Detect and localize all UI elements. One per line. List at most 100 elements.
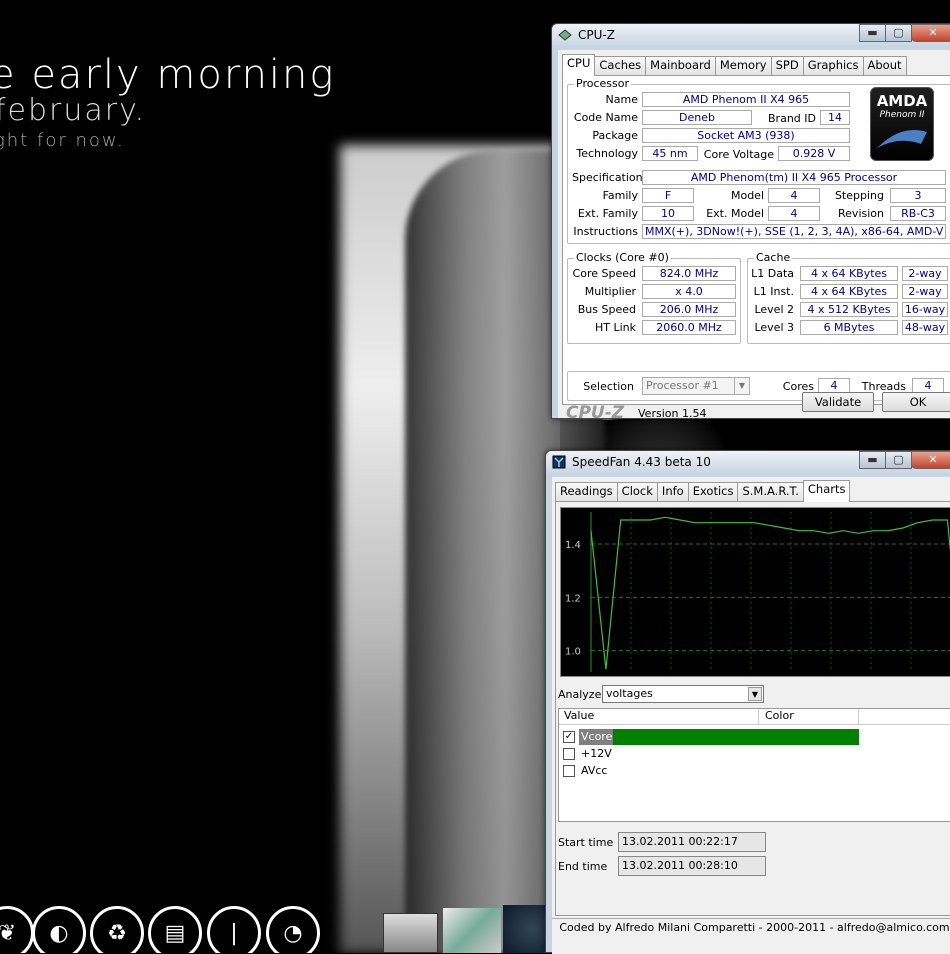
start-time-field[interactable]: 13.02.2011 00:22:17 [618,832,766,852]
tab-memory[interactable]: Memory [714,56,772,75]
cache-row-ways: 48-way [902,320,948,335]
column-header-value[interactable]: Value [559,709,759,725]
clocks-group-label: Clocks (Core #0) [574,251,671,264]
cpuz-app-icon [558,29,572,41]
ext-model-label: Ext. Model [706,207,764,220]
clock-icon[interactable]: ◔ [266,906,320,953]
ht-link-label: HT Link [594,321,636,334]
stepping-value: 3 [890,188,946,203]
ok-button[interactable]: OK [882,392,950,412]
amd-logo-text: AMDA [876,92,928,110]
cache-row-size: 4 x 64 KBytes [800,284,898,299]
selection-dropdown[interactable]: Processor #1 ▼ [642,377,750,395]
brand-id-value: 14 [820,110,850,125]
speedfan-title: SpeedFan 4.43 beta 10 [572,455,711,469]
tab-graphics[interactable]: Graphics [802,56,864,75]
tab-cpu[interactable]: CPU [562,54,596,76]
speedfan-footer: Coded by Alfredo Milani Comparetti - 200… [552,918,950,936]
sensor-checkbox[interactable] [563,765,575,777]
list-item[interactable]: +12V [563,746,863,762]
cpuz-brand: CPU-Z [566,403,625,423]
recycle-bin-icon[interactable]: ♻ [90,906,144,953]
minimize-button[interactable]: ▬ [859,24,886,42]
core-voltage-value: 0.928 V [778,146,850,161]
ext-model-value: 4 [768,206,820,221]
revision-value: RB-C3 [890,206,946,221]
tab-clock[interactable]: Clock [616,482,658,501]
cache-row-ways: 16-way [902,302,948,317]
taskbar-thumbnail[interactable] [383,913,438,953]
list-item[interactable]: AVcc [563,763,863,779]
cpuz-titlebar[interactable]: CPU-Z ▬ ▢ ✕ [552,24,950,46]
ht-link-value: 2060.0 MHz [642,320,736,335]
cache-row-label: Level 2 [754,303,794,316]
bus-speed-label: Bus Speed [577,303,636,316]
close-button[interactable]: ✕ [911,451,950,469]
chevron-down-icon[interactable]: ▼ [748,687,762,701]
speedfan-titlebar[interactable]: SpeedFan 4.43 beta 10 ▬ ▢ ✕ [546,451,950,473]
control-panel-icon[interactable]: ▤ [148,906,202,953]
cache-row-label: Level 3 [754,321,794,334]
analyze-dropdown[interactable]: voltages ▼ [602,685,764,703]
taskbar-thumbnail[interactable] [443,908,501,953]
tab-info[interactable]: Info [656,482,689,501]
voltage-chart-svg: 1.0 1.2 1.4 [565,512,950,672]
technology-label: Technology [576,147,638,160]
instructions-label: Instructions [573,225,638,238]
clocks-group: Clocks (Core #0) Core Speed 824.0 MHz Mu… [567,251,741,344]
sensor-checkbox[interactable]: ✓ [563,731,575,743]
multiplier-label: Multiplier [584,285,636,298]
core-speed-label: Core Speed [572,267,636,280]
core-voltage-label: Core Voltage [703,148,774,161]
end-time-label: End time [558,860,608,873]
leaf-icon[interactable]: ❦ [0,906,34,953]
tab-charts[interactable]: Charts [802,480,851,502]
speedfan-panel: 1.0 1.2 1.4 Analyze voltages ▼ Value Color… [555,501,950,916]
sensor-checkbox[interactable] [563,748,575,760]
fan-icon [552,455,566,469]
sensor-color-swatch[interactable] [613,729,859,745]
maximize-button[interactable]: ▢ [885,24,912,42]
column-header-filler [859,709,950,725]
speedfan-client: Readings Clock Info Exotics S.M.A.R.T. C… [552,477,950,954]
cache-group: Cache L1 Data 4 x 64 KBytes 2-way L1 Ins… [747,251,950,344]
speedfan-window: SpeedFan 4.43 beta 10 ▬ ▢ ✕ Readings Clo… [545,450,950,954]
ext-family-label: Ext. Family [577,207,638,220]
column-header-color[interactable]: Color [759,709,859,725]
close-button[interactable]: ✕ [911,24,950,42]
firefox-icon[interactable]: ◐ [32,906,86,953]
tab-about[interactable]: About [862,56,907,75]
stepping-label: Stepping [834,189,884,202]
tab-spd[interactable]: SPD [770,56,804,75]
name-value: AMD Phenom II X4 965 [642,92,850,107]
end-time-field[interactable]: 13.02.2011 00:28:10 [618,856,766,876]
tab-smart[interactable]: S.M.A.R.T. [737,482,804,501]
threads-value: 4 [912,378,944,393]
specification-label: Specification [572,171,643,184]
minimize-button[interactable]: ▬ [859,451,886,469]
tab-exotics[interactable]: Exotics [687,482,739,501]
list-item[interactable]: ✓ Vcore [563,729,863,745]
cache-row-label: L1 Data [751,267,794,280]
chevron-down-icon[interactable]: ▼ [734,378,749,394]
validate-button[interactable]: Validate [802,392,874,412]
code-name-value: Deneb [642,110,752,125]
ext-family-value: 10 [642,206,694,221]
start-time-label: Start time [558,836,614,849]
processor-group-label: Processor [574,77,631,90]
amd-phenom-logo: AMDA Phenom II [870,87,934,161]
dock: ❦ ◐ ♻ ▤ | ◔ [0,900,330,953]
maximize-button[interactable]: ▢ [885,451,912,469]
power-icon[interactable]: | [207,906,261,953]
cache-row-label: L1 Inst. [753,285,794,298]
vcore-series-line [590,516,950,670]
tab-caches[interactable]: Caches [594,56,647,75]
tab-readings[interactable]: Readings [555,482,618,501]
cache-row-size: 4 x 512 KBytes [800,302,898,317]
family-label: Family [602,189,638,202]
sensor-label: AVcc [581,764,608,777]
selection-value: Processor #1 [646,379,719,392]
cpuz-window: CPU-Z ▬ ▢ ✕ CPU Caches Mainboard Memory … [551,23,950,423]
analyze-value: voltages [606,687,653,700]
tab-mainboard[interactable]: Mainboard [645,56,716,75]
